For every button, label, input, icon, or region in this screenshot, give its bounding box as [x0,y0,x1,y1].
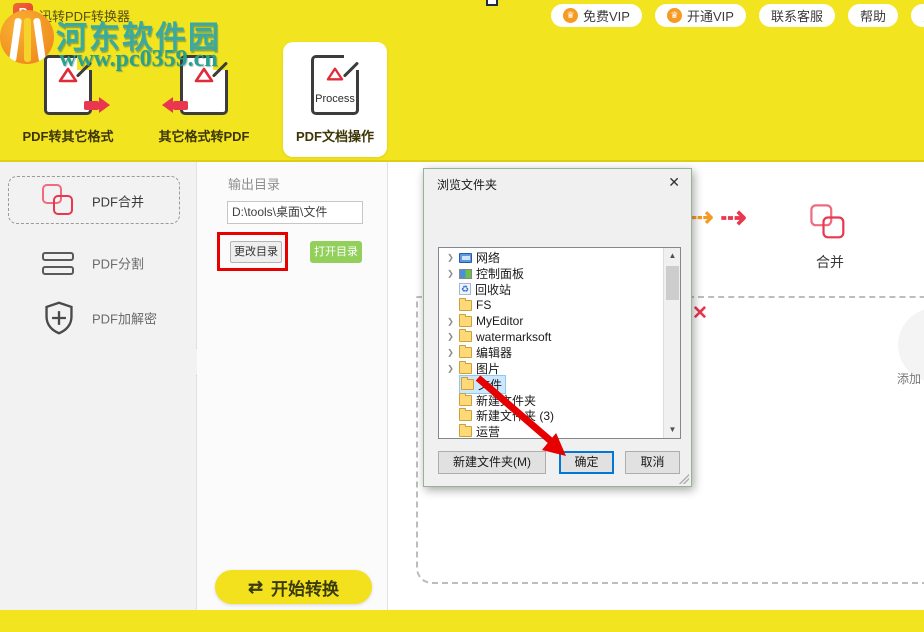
tree-item-myeditor[interactable]: ❯ MyEditor [439,313,663,329]
dialog-titlebar[interactable]: 浏览文件夹 ✕ [424,169,691,195]
folder-icon [459,408,472,422]
annotation-highlight-rect [217,232,288,271]
folder-icon [459,329,472,343]
merge-label: 合并 [816,254,844,270]
tree-item-fs[interactable]: FS [439,297,663,313]
chevron-right-icon[interactable]: ❯ [446,253,455,262]
tree-item-new-folder[interactable]: 新建文件夹 [439,392,663,408]
header-buttons: ♛ 免费VIP ♛ 开通VIP 联系客服 帮助 反馈 [551,4,924,27]
pdf-logo-icon [194,67,214,83]
crown-icon: ♛ [666,8,682,23]
swap-arrows-icon: ⇄ [247,576,264,597]
sidebar-item-pdf-merge[interactable]: PDF合并 [0,176,197,226]
dialog-title: 浏览文件夹 [437,178,498,192]
tab-other-to-pdf[interactable]: 其它格式转PDF [152,43,256,157]
open-dir-button[interactable]: 打开目录 [310,241,362,263]
window-title: 迅转PDF转换器 [39,9,131,24]
sidebar: PDF合并 PDF分割 PDF加解密 [0,162,209,610]
output-panel: 输出目录 D:\tools\桌面\文件 更改目录 打开目录 ⇄ 开始转换 [197,162,388,610]
tree-item-control-panel[interactable]: ❯ 控制面板 [439,266,663,282]
feedback-button[interactable]: 反馈 [910,4,924,27]
tree-item-watermarksoft[interactable]: ❯ watermarksoft [439,329,663,345]
split-icon [42,248,74,278]
output-path-input[interactable]: D:\tools\桌面\文件 [227,201,363,224]
close-icon[interactable]: ✕ [668,174,680,191]
chevron-right-icon[interactable]: ❯ [446,332,455,341]
footer-bar: 支持拖拽上传，转换格式/转让，需要上门购买 [0,610,924,632]
arrow-right-icon [84,97,110,113]
browse-folder-dialog: 浏览文件夹 ✕ ❯ 网络 ❯ 控制面板 ♻ 回收站 FS ❯ MyEditor … [423,168,692,487]
shield-plus-icon [45,301,73,335]
open-vip-button[interactable]: ♛ 开通VIP [654,4,746,27]
help-button[interactable]: 帮助 [847,4,898,27]
scroll-down-icon[interactable]: ▼ [664,422,680,438]
free-vip-button[interactable]: ♛ 免费VIP [551,4,642,27]
recycle-bin-icon: ♻ [459,283,471,296]
tab-pdf-to-other[interactable]: PDF转其它格式 [16,43,120,157]
merge-result-icon [810,204,847,241]
chevron-right-icon[interactable]: ❯ [446,317,455,326]
folder-icon [461,376,474,390]
network-icon [459,252,472,263]
folder-tree: ❯ 网络 ❯ 控制面板 ♻ 回收站 FS ❯ MyEditor ❯ waterm… [438,247,681,439]
output-dir-label: 输出目录 [228,177,281,192]
chevron-right-icon[interactable]: ❯ [446,269,455,278]
add-file-label: 添加 [897,372,922,386]
folder-icon [459,313,472,327]
folder-icon [459,424,472,438]
tree-item-network[interactable]: ❯ 网络 [439,250,663,266]
cancel-button[interactable]: 取消 [625,451,680,474]
tree-item-recycle-bin[interactable]: ♻ 回收站 [439,282,663,298]
arrow-left-icon [162,97,188,113]
other-to-pdf-icon [162,55,229,115]
scroll-up-icon[interactable]: ▲ [664,248,680,264]
ok-button[interactable]: 确定 [559,451,614,474]
crown-icon: ♛ [563,8,578,23]
control-panel-icon [459,268,472,279]
tree-item-new-folder-3[interactable]: 新建文件夹 (3) [439,408,663,424]
contact-support-button[interactable]: 联系客服 [758,4,835,27]
chevron-right-icon[interactable]: ❯ [446,364,455,373]
tree-item-operations[interactable]: 运营 [439,424,663,438]
remove-file-icon[interactable]: ✕ [692,302,708,325]
app-logo-icon: P [10,3,33,26]
pdf-logo-icon [58,67,78,83]
folder-icon [459,360,472,374]
tree-item-editor[interactable]: ❯ 编辑器 [439,345,663,361]
pdf-to-other-icon [44,55,110,115]
start-convert-button[interactable]: ⇄ 开始转换 [215,570,372,604]
app-window: P 迅转PDF转换器 ♛ 免费VIP ♛ 开通VIP 联系客服 帮助 反馈 [0,0,924,632]
chevron-right-icon[interactable]: ❯ [446,348,455,357]
merge-icon [42,184,76,218]
minimize-button[interactable] [486,0,498,6]
tab-pdf-operations[interactable]: Process PDF文档操作 [283,43,387,157]
sidebar-item-pdf-split[interactable]: PDF分割 [0,238,197,288]
tree-item-files-selected[interactable]: 文件 [439,374,663,394]
new-folder-button[interactable]: 新建文件夹(M) [438,451,546,474]
folder-icon [459,392,472,406]
sidebar-item-pdf-encrypt[interactable]: PDF加解密 [0,293,197,343]
header-bar: P 迅转PDF转换器 ♛ 免费VIP ♛ 开通VIP 联系客服 帮助 反馈 [0,0,924,162]
scroll-thumb[interactable] [666,266,679,300]
folder-icon [459,345,472,359]
pdf-operations-icon: Process [311,55,360,115]
resize-grip[interactable] [679,474,689,484]
tree-scrollbar[interactable]: ▲ ▼ [663,248,680,438]
folder-icon [459,297,472,311]
pdf-logo-icon [326,67,344,81]
dashed-arrow-orange-icon: ⇢ [691,202,714,232]
dashed-arrow-red-icon: ⇢ [720,199,747,235]
